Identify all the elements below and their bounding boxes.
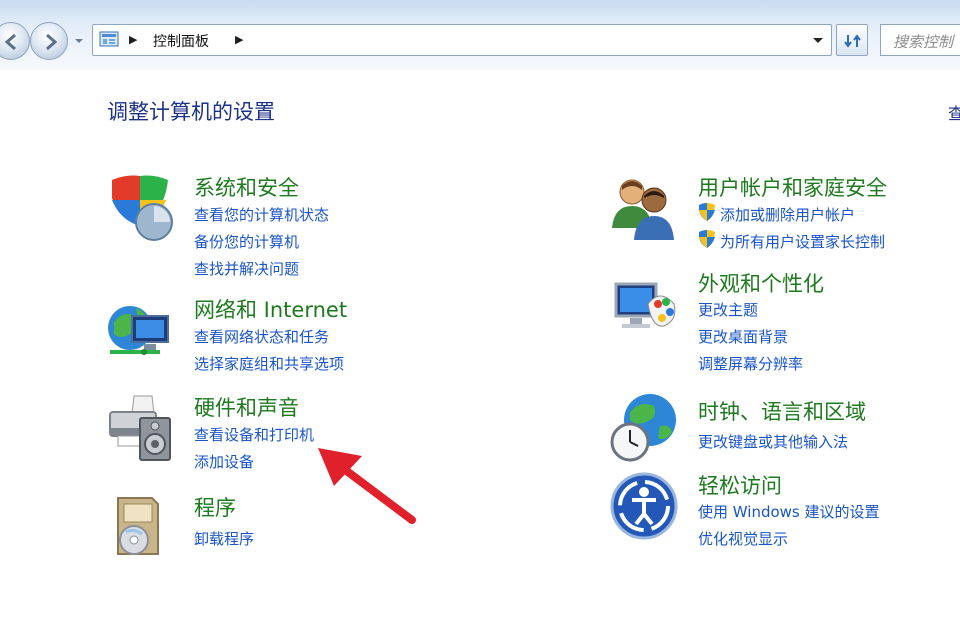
- recent-pages-dropdown-icon[interactable]: [74, 36, 84, 46]
- address-bar[interactable]: ▶ 控制面板 ▶: [92, 24, 832, 56]
- forward-button[interactable]: [30, 22, 68, 60]
- category-programs[interactable]: 程序: [194, 492, 236, 522]
- category-user-accounts[interactable]: 用户帐户和家庭安全: [698, 172, 887, 202]
- uac-shield-icon: [699, 230, 715, 248]
- link-homegroup-sharing[interactable]: 选择家庭组和共享选项: [194, 353, 344, 374]
- link-view-network-status[interactable]: 查看网络状态和任务: [194, 326, 329, 347]
- shield-icon[interactable]: [104, 170, 176, 242]
- category-ease-of-access[interactable]: 轻松访问: [698, 470, 782, 500]
- category-appearance[interactable]: 外观和个性化: [698, 268, 824, 298]
- network-globe-icon[interactable]: [104, 294, 176, 366]
- link-adjust-resolution[interactable]: 调整屏幕分辨率: [698, 353, 803, 374]
- control-panel-icon: [99, 31, 119, 47]
- explorer-navigation-bar: ▶ 控制面板 ▶ 搜索控制: [0, 0, 960, 70]
- link-uninstall-program[interactable]: 卸载程序: [194, 528, 254, 549]
- breadcrumb-separator-icon[interactable]: ▶: [129, 33, 137, 46]
- search-box[interactable]: 搜索控制: [880, 24, 960, 56]
- arrow-right-icon: [46, 33, 58, 51]
- back-button[interactable]: [0, 22, 30, 60]
- link-view-computer-status[interactable]: 查看您的计算机状态: [194, 204, 329, 225]
- address-history-dropdown-icon[interactable]: [809, 31, 827, 49]
- annotation-arrow: [318, 448, 416, 524]
- search-placeholder[interactable]: 搜索控制: [893, 31, 953, 52]
- link-add-device[interactable]: 添加设备: [194, 451, 254, 472]
- category-system-security[interactable]: 系统和安全: [194, 172, 299, 202]
- link-change-keyboard-input[interactable]: 更改键盘或其他输入法: [698, 431, 848, 452]
- link-windows-suggested-settings[interactable]: 使用 Windows 建议的设置: [698, 501, 880, 522]
- refresh-icon: [844, 34, 861, 48]
- link-backup-computer[interactable]: 备份您的计算机: [194, 231, 299, 252]
- arrow-left-icon: [4, 33, 16, 51]
- page-title: 调整计算机的设置: [107, 100, 275, 124]
- printer-speaker-icon[interactable]: [104, 392, 176, 464]
- category-hardware-sound[interactable]: 硬件和声音: [194, 392, 299, 422]
- refresh-button[interactable]: [836, 24, 868, 56]
- link-troubleshoot[interactable]: 查找并解决问题: [194, 258, 299, 279]
- ease-of-access-icon[interactable]: [608, 470, 680, 542]
- link-view-devices-printers[interactable]: 查看设备和打印机: [194, 424, 314, 445]
- globe-clock-icon[interactable]: [608, 392, 680, 464]
- programs-box-icon[interactable]: [104, 490, 176, 562]
- link-change-theme[interactable]: 更改主题: [698, 299, 758, 320]
- monitor-palette-icon[interactable]: [608, 274, 680, 346]
- link-parental-controls[interactable]: 为所有用户设置家长控制: [720, 231, 885, 252]
- breadcrumb-separator-icon[interactable]: ▶: [235, 33, 243, 46]
- category-network-internet[interactable]: 网络和 Internet: [194, 294, 347, 324]
- category-clock-language-region[interactable]: 时钟、语言和区域: [698, 396, 866, 426]
- users-icon[interactable]: [608, 172, 680, 244]
- link-change-desktop-background[interactable]: 更改桌面背景: [698, 326, 788, 347]
- link-optimize-visual-display[interactable]: 优化视觉显示: [698, 528, 788, 549]
- view-by-label[interactable]: 查: [948, 100, 960, 124]
- link-add-remove-user-accounts[interactable]: 添加或删除用户帐户: [720, 204, 855, 225]
- uac-shield-icon: [699, 203, 715, 221]
- breadcrumb-control-panel[interactable]: 控制面板: [153, 31, 209, 51]
